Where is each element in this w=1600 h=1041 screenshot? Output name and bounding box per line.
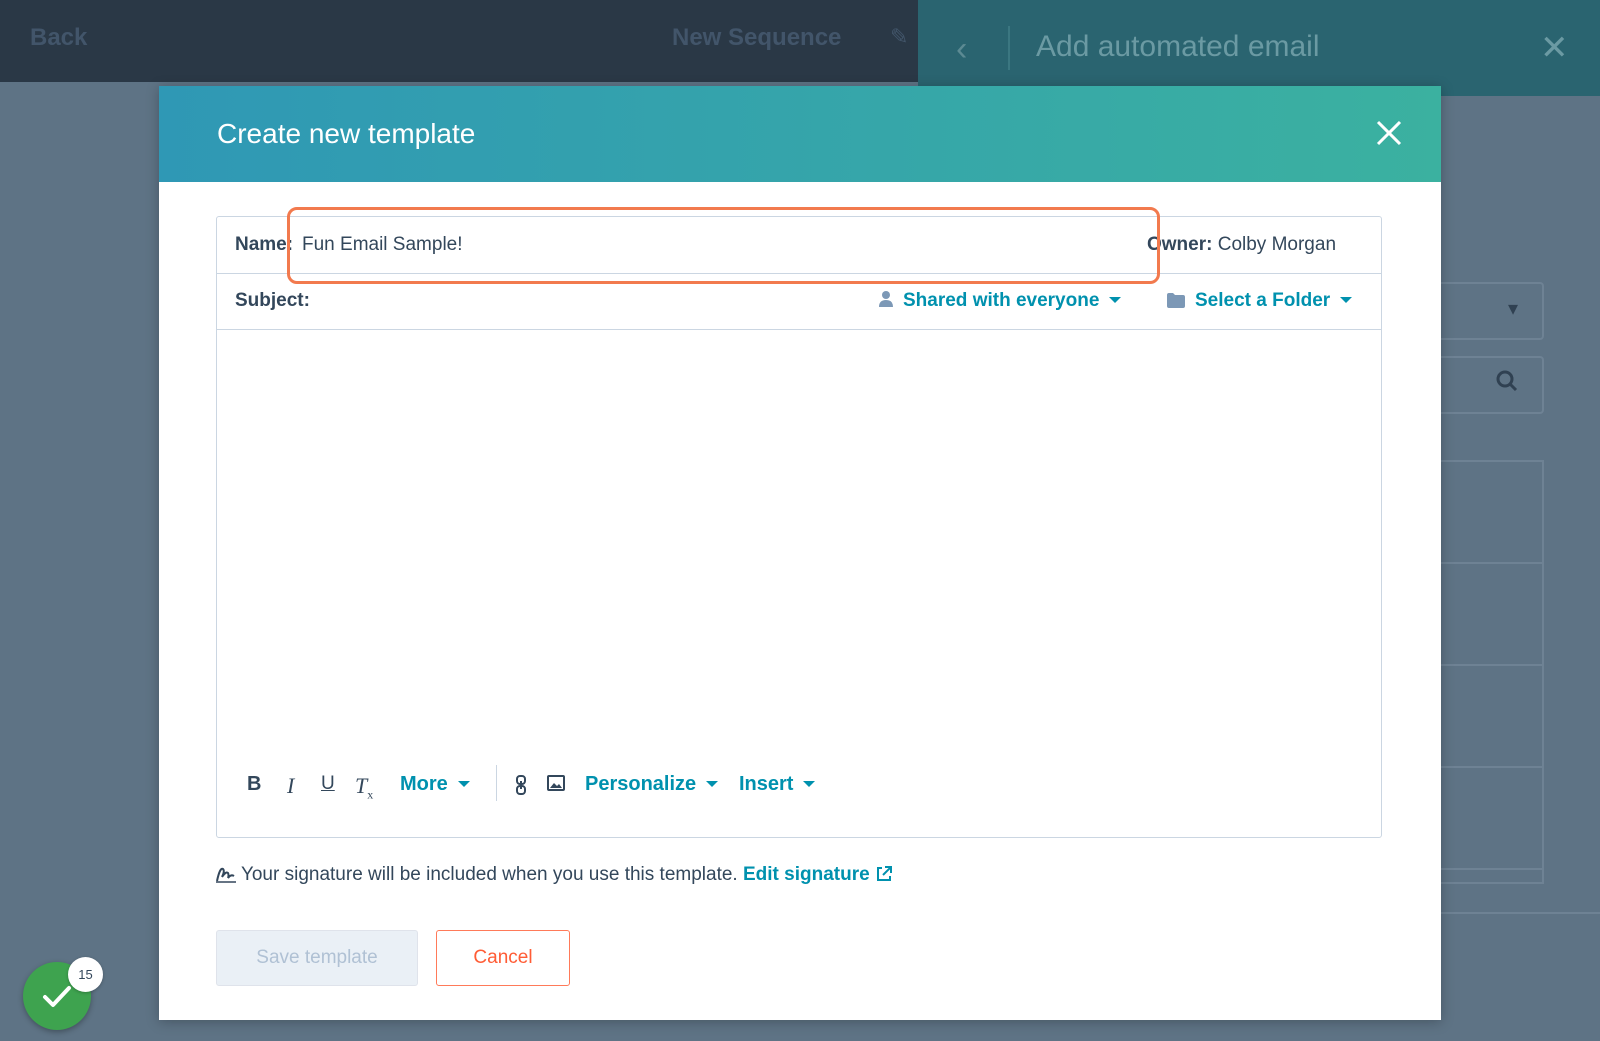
- template-editor: Name: Owner: Colby Morgan Subject: Share…: [216, 216, 1382, 838]
- chevron-down-icon: [706, 781, 719, 787]
- chevron-down-icon: ▾: [1507, 298, 1518, 320]
- toolbar-divider: [496, 765, 497, 801]
- sharing-dropdown[interactable]: Shared with everyone: [879, 290, 1122, 312]
- create-template-modal: Create new template Name: Owner: Colby M…: [159, 86, 1441, 1020]
- back-link[interactable]: Back: [30, 24, 87, 52]
- background-divider: [1440, 912, 1600, 914]
- folder-dropdown[interactable]: Select a Folder: [1167, 290, 1353, 312]
- sequence-title: New Sequence: [672, 24, 842, 51]
- side-panel-close-icon[interactable]: ✕: [1540, 28, 1569, 68]
- pencil-icon[interactable]: ✎: [890, 24, 908, 50]
- italic-button[interactable]: I: [287, 773, 294, 801]
- owner-value: Colby Morgan: [1217, 234, 1337, 255]
- folder-label: Select a Folder: [1195, 290, 1331, 311]
- image-icon[interactable]: [547, 775, 565, 791]
- background-list: [1440, 460, 1544, 884]
- folder-icon: [1167, 293, 1185, 308]
- save-template-button[interactable]: Save template: [216, 930, 418, 986]
- owner-field: Owner: Colby Morgan: [1147, 234, 1336, 256]
- close-icon[interactable]: [1369, 113, 1409, 153]
- side-panel-header: ‹ Add automated email ✕: [918, 0, 1600, 96]
- signature-note: Your signature will be included when you…: [216, 864, 893, 886]
- header-divider: [1008, 26, 1010, 70]
- chevron-left-icon[interactable]: ‹: [956, 30, 967, 69]
- underline-button[interactable]: U: [321, 773, 335, 801]
- cancel-button[interactable]: Cancel: [436, 930, 570, 986]
- side-panel-title: Add automated email: [1036, 30, 1320, 63]
- edit-signature-label: Edit signature: [742, 864, 870, 885]
- user-icon: [879, 291, 893, 307]
- signature-icon: [216, 867, 236, 883]
- name-row: Name: Owner: Colby Morgan: [217, 217, 1381, 274]
- subject-row: Subject: Shared with everyone Select a F…: [217, 273, 1381, 330]
- chevron-down-icon: [803, 781, 816, 787]
- modal-header: Create new template: [159, 86, 1441, 182]
- more-label: More: [400, 773, 448, 795]
- clear-format-sub: x: [367, 787, 374, 802]
- clear-format-glyph: T: [355, 773, 368, 798]
- background-top-bar: Back New Sequence ✎: [0, 0, 918, 82]
- more-dropdown[interactable]: More: [400, 773, 470, 796]
- chevron-down-icon: [1109, 297, 1122, 303]
- edit-signature-link[interactable]: Edit signature: [743, 864, 893, 885]
- personalize-label: Personalize: [585, 773, 697, 795]
- bold-button[interactable]: B: [247, 773, 261, 801]
- email-body-area[interactable]: [217, 330, 1381, 755]
- modal-title: Create new template: [217, 118, 476, 149]
- signature-text: Your signature will be included when you…: [240, 864, 738, 885]
- clear-format-button[interactable]: Tx: [355, 773, 373, 801]
- formatting-toolbar: B I U Tx More Personalize Insert: [217, 765, 1381, 811]
- name-input[interactable]: [302, 227, 1122, 263]
- owner-label: Owner:: [1147, 234, 1213, 255]
- subject-label: Subject:: [235, 290, 310, 311]
- link-icon[interactable]: [515, 775, 527, 795]
- name-label: Name:: [235, 234, 294, 255]
- insert-dropdown[interactable]: Insert: [739, 773, 816, 796]
- external-link-icon: [876, 866, 892, 881]
- chevron-down-icon: [457, 781, 470, 787]
- notification-badge: 15: [68, 957, 103, 992]
- subject-input[interactable]: [321, 283, 861, 319]
- personalize-dropdown[interactable]: Personalize: [585, 773, 719, 796]
- sharing-label: Shared with everyone: [903, 290, 1100, 311]
- search-icon: [1496, 370, 1518, 392]
- chevron-down-icon: [1340, 297, 1353, 303]
- insert-label: Insert: [739, 773, 794, 795]
